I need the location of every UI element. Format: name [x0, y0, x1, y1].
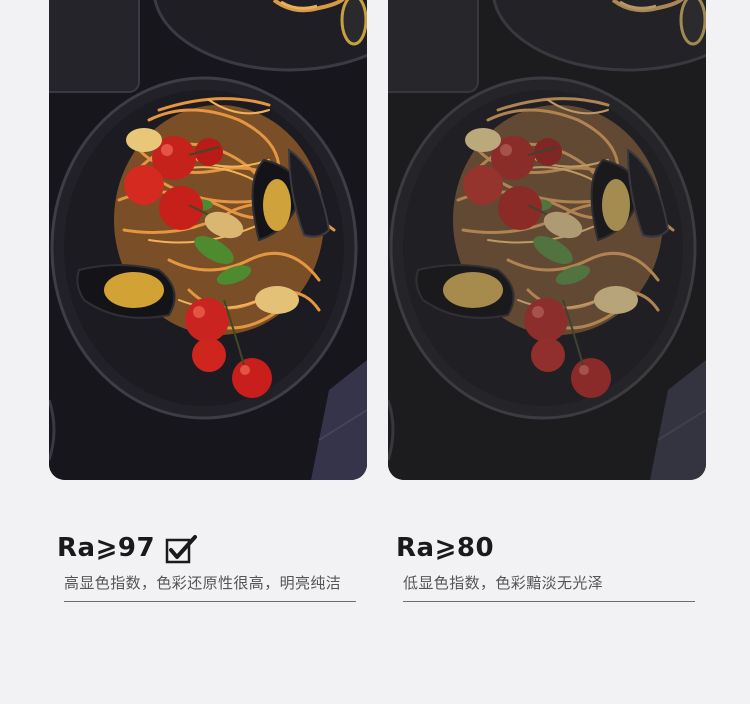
low-cri-description: 低显色指数，色彩黯淡无光泽 [403, 574, 604, 592]
low-cri-heading-row: Ra⩾80 [396, 528, 696, 568]
low-cri-divider [403, 601, 695, 602]
high-cri-caption: Ra⩾97 高显色指数，色彩还原性很高，明亮纯洁 [57, 528, 357, 602]
high-cri-heading: Ra⩾97 [57, 533, 156, 563]
checkbox-checked-icon [165, 534, 198, 564]
high-cri-food-photo [49, 0, 367, 480]
high-cri-heading-row: Ra⩾97 [57, 528, 357, 568]
high-cri-divider [64, 601, 356, 602]
high-cri-description: 高显色指数，色彩还原性很高，明亮纯洁 [64, 574, 342, 592]
low-cri-caption: Ra⩾80 低显色指数，色彩黯淡无光泽 [396, 528, 696, 602]
low-cri-food-photo [388, 0, 706, 480]
low-cri-heading: Ra⩾80 [396, 533, 495, 563]
